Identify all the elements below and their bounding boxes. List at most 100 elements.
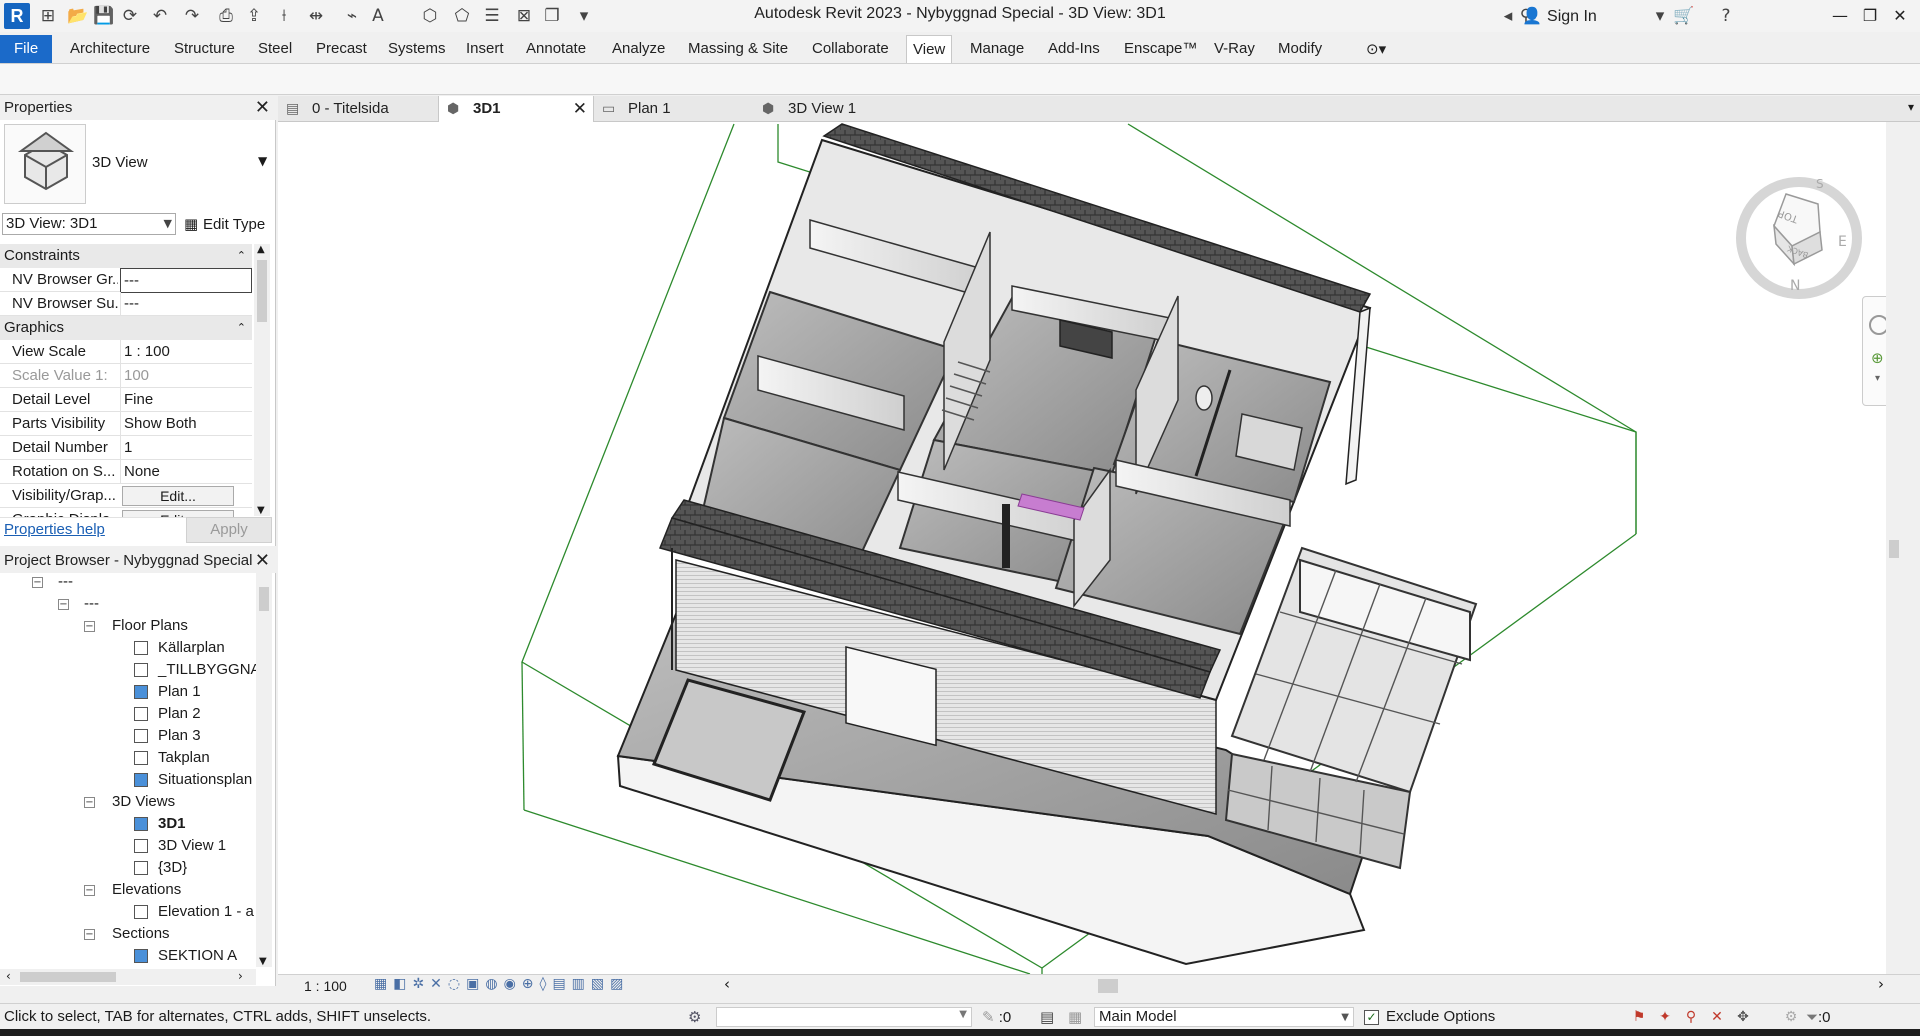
properties-help-link[interactable]: Properties help	[4, 521, 105, 538]
view-scale[interactable]: 1 : 100	[304, 975, 347, 997]
toilet[interactable]	[1195, 385, 1213, 411]
undo-icon[interactable]: ↶	[148, 4, 172, 28]
close-icon[interactable]: ✕	[255, 96, 270, 120]
hscroll-thumb[interactable]	[20, 972, 116, 982]
save-icon[interactable]: 💾	[92, 4, 116, 28]
sync-icon[interactable]: ⟳	[118, 4, 142, 28]
checkbox-checked[interactable]: ✓	[1364, 1010, 1379, 1025]
prop-row[interactable]: View Scale 1 : 100	[0, 340, 252, 364]
collapse-icon[interactable]: −	[84, 885, 95, 896]
chevron-down-icon[interactable]: ▼	[258, 154, 267, 168]
tree-item[interactable]: _TILLBYGGNAD	[0, 659, 256, 681]
tab-modify[interactable]: Modify	[1272, 35, 1328, 63]
tree-item[interactable]: − ---	[0, 593, 256, 615]
prop-row[interactable]: NV Browser Su... ---	[0, 292, 252, 316]
prop-row[interactable]: Parts Visibility Show Both	[0, 412, 252, 436]
group-graphics[interactable]: Graphics ⌃	[0, 316, 252, 340]
worksets-icon[interactable]: ▦	[1068, 1008, 1082, 1026]
tree-group-elevations[interactable]: − Elevations	[0, 879, 256, 901]
scroll-thumb[interactable]	[259, 587, 269, 611]
tab-manage[interactable]: Manage	[964, 35, 1030, 63]
minimize-icon[interactable]: —	[1826, 4, 1854, 28]
prop-row[interactable]: Rotation on S... None	[0, 460, 252, 484]
3d-viewport[interactable]: TOP BACK N E S ⊕ ▾	[278, 122, 1902, 974]
tag-icon[interactable]: ⌁	[340, 4, 364, 28]
tab-add-ins[interactable]: Add-Ins	[1042, 35, 1106, 63]
compass-south[interactable]: S	[1816, 177, 1824, 191]
tree-item[interactable]: Plan 2	[0, 703, 256, 725]
help-icon[interactable]: ?	[1714, 4, 1738, 28]
tree-item[interactable]: {3D}	[0, 857, 256, 879]
close-icon[interactable]: ✕	[255, 549, 270, 573]
compass-north[interactable]: N	[1790, 278, 1800, 294]
collapse-icon[interactable]: −	[84, 621, 95, 632]
close-hidden-icon[interactable]: ⊠	[512, 4, 536, 28]
tab-massing-site[interactable]: Massing & Site	[682, 35, 794, 63]
tree-item[interactable]: SEKTION A	[0, 945, 256, 967]
sign-in-button[interactable]: 👤 Sign In	[1522, 4, 1597, 28]
sunroom[interactable]	[1224, 546, 1478, 870]
tab-analyze[interactable]: Analyze	[606, 35, 671, 63]
restore-icon[interactable]: ❐	[1856, 4, 1884, 28]
switch-windows-icon[interactable]: ❐	[540, 4, 564, 28]
close-icon[interactable]: ✕	[1886, 4, 1914, 28]
scroll-up-icon[interactable]: ▲	[257, 244, 265, 255]
hscroll-thumb[interactable]	[1098, 979, 1118, 993]
tree-item[interactable]: Elevation 1 - a	[0, 901, 256, 923]
view-tab-3d1[interactable]: ⬢ 3D1 ✕	[438, 96, 594, 122]
scroll-left-icon[interactable]: ‹	[6, 969, 11, 983]
status-dropdown[interactable]: ▼	[716, 1007, 972, 1027]
revit-logo-icon[interactable]: R	[4, 3, 30, 29]
visibility-edit-button[interactable]: Edit...	[122, 486, 234, 506]
tab-annotate[interactable]: Annotate	[520, 35, 592, 63]
cart-icon[interactable]: 🛒	[1672, 4, 1696, 28]
prop-value[interactable]: Fine	[120, 388, 252, 411]
prop-value[interactable]: ---	[120, 292, 252, 315]
exclude-options-toggle[interactable]: ✓ Exclude Options	[1364, 1004, 1495, 1030]
tree-item[interactable]: Takplan	[0, 747, 256, 769]
scroll-left-icon[interactable]: ‹	[724, 975, 730, 993]
chevron-down-icon[interactable]: ▾	[1648, 4, 1672, 28]
view-tab-3d-view-1[interactable]: ⬢ 3D View 1	[754, 96, 914, 122]
thin-lines-icon[interactable]: ☰	[480, 4, 504, 28]
browser-hscrollbar[interactable]: ‹ ›	[0, 969, 256, 985]
tree-item[interactable]: 3D View 1	[0, 835, 256, 857]
3d-view-icon[interactable]: ⬡	[418, 4, 442, 28]
close-icon[interactable]: ✕	[573, 96, 587, 122]
customize-qat-icon[interactable]: ▾	[572, 4, 596, 28]
drag-elements-icon[interactable]: ✥	[1734, 1008, 1752, 1026]
tab-file[interactable]: File	[0, 35, 53, 63]
collapse-icon[interactable]: −	[84, 929, 95, 940]
collapse-icon[interactable]: −	[58, 599, 69, 610]
tree-item[interactable]: − ---	[0, 571, 256, 593]
edit-type-button[interactable]: ▦ Edit Type	[184, 213, 265, 235]
tab-insert[interactable]: Insert	[460, 35, 510, 63]
active-workset-select[interactable]: Main Model ▼	[1094, 1007, 1354, 1027]
measure-icon[interactable]: ⟊	[272, 4, 296, 28]
prop-row[interactable]: Detail Number 1	[0, 436, 252, 460]
tree-item[interactable]: Situationsplan	[0, 769, 256, 791]
view-tab-titelsida[interactable]: ▤ 0 - Titelsida	[278, 96, 438, 122]
home-icon[interactable]: ⊞	[36, 4, 60, 28]
apply-button[interactable]: Apply	[186, 517, 272, 543]
prop-value[interactable]: 1	[120, 436, 252, 459]
prop-value[interactable]: Show Both	[120, 412, 252, 435]
scroll-right-icon[interactable]: ›	[238, 969, 243, 983]
print-icon[interactable]: ⎙	[214, 4, 238, 28]
ribbon-options-icon[interactable]: ⊙▾	[1360, 35, 1392, 63]
group-constraints[interactable]: Constraints ⌃	[0, 244, 252, 268]
tree-group-floor-plans[interactable]: − Floor Plans	[0, 615, 256, 637]
tab-structure[interactable]: Structure	[168, 35, 241, 63]
tree-group-3d-views[interactable]: − 3D Views	[0, 791, 256, 813]
viewport-scrollbar[interactable]	[1886, 122, 1902, 974]
tab-architecture[interactable]: Architecture	[64, 35, 156, 63]
select-links-icon[interactable]: ⚑	[1630, 1008, 1648, 1026]
select-underlay-icon[interactable]: ✦	[1656, 1008, 1674, 1026]
tree-item[interactable]: 3D1	[0, 813, 256, 835]
tab-collaborate[interactable]: Collaborate	[806, 35, 895, 63]
type-selector[interactable]	[4, 124, 86, 204]
view-tab-plan-1[interactable]: ▭ Plan 1	[594, 96, 754, 122]
editing-requests-icon[interactable]: ▤	[1040, 1008, 1054, 1026]
filter-count[interactable]: ⏷:0	[1806, 1004, 1831, 1031]
viewcube[interactable]: TOP BACK N E S	[1734, 170, 1864, 300]
